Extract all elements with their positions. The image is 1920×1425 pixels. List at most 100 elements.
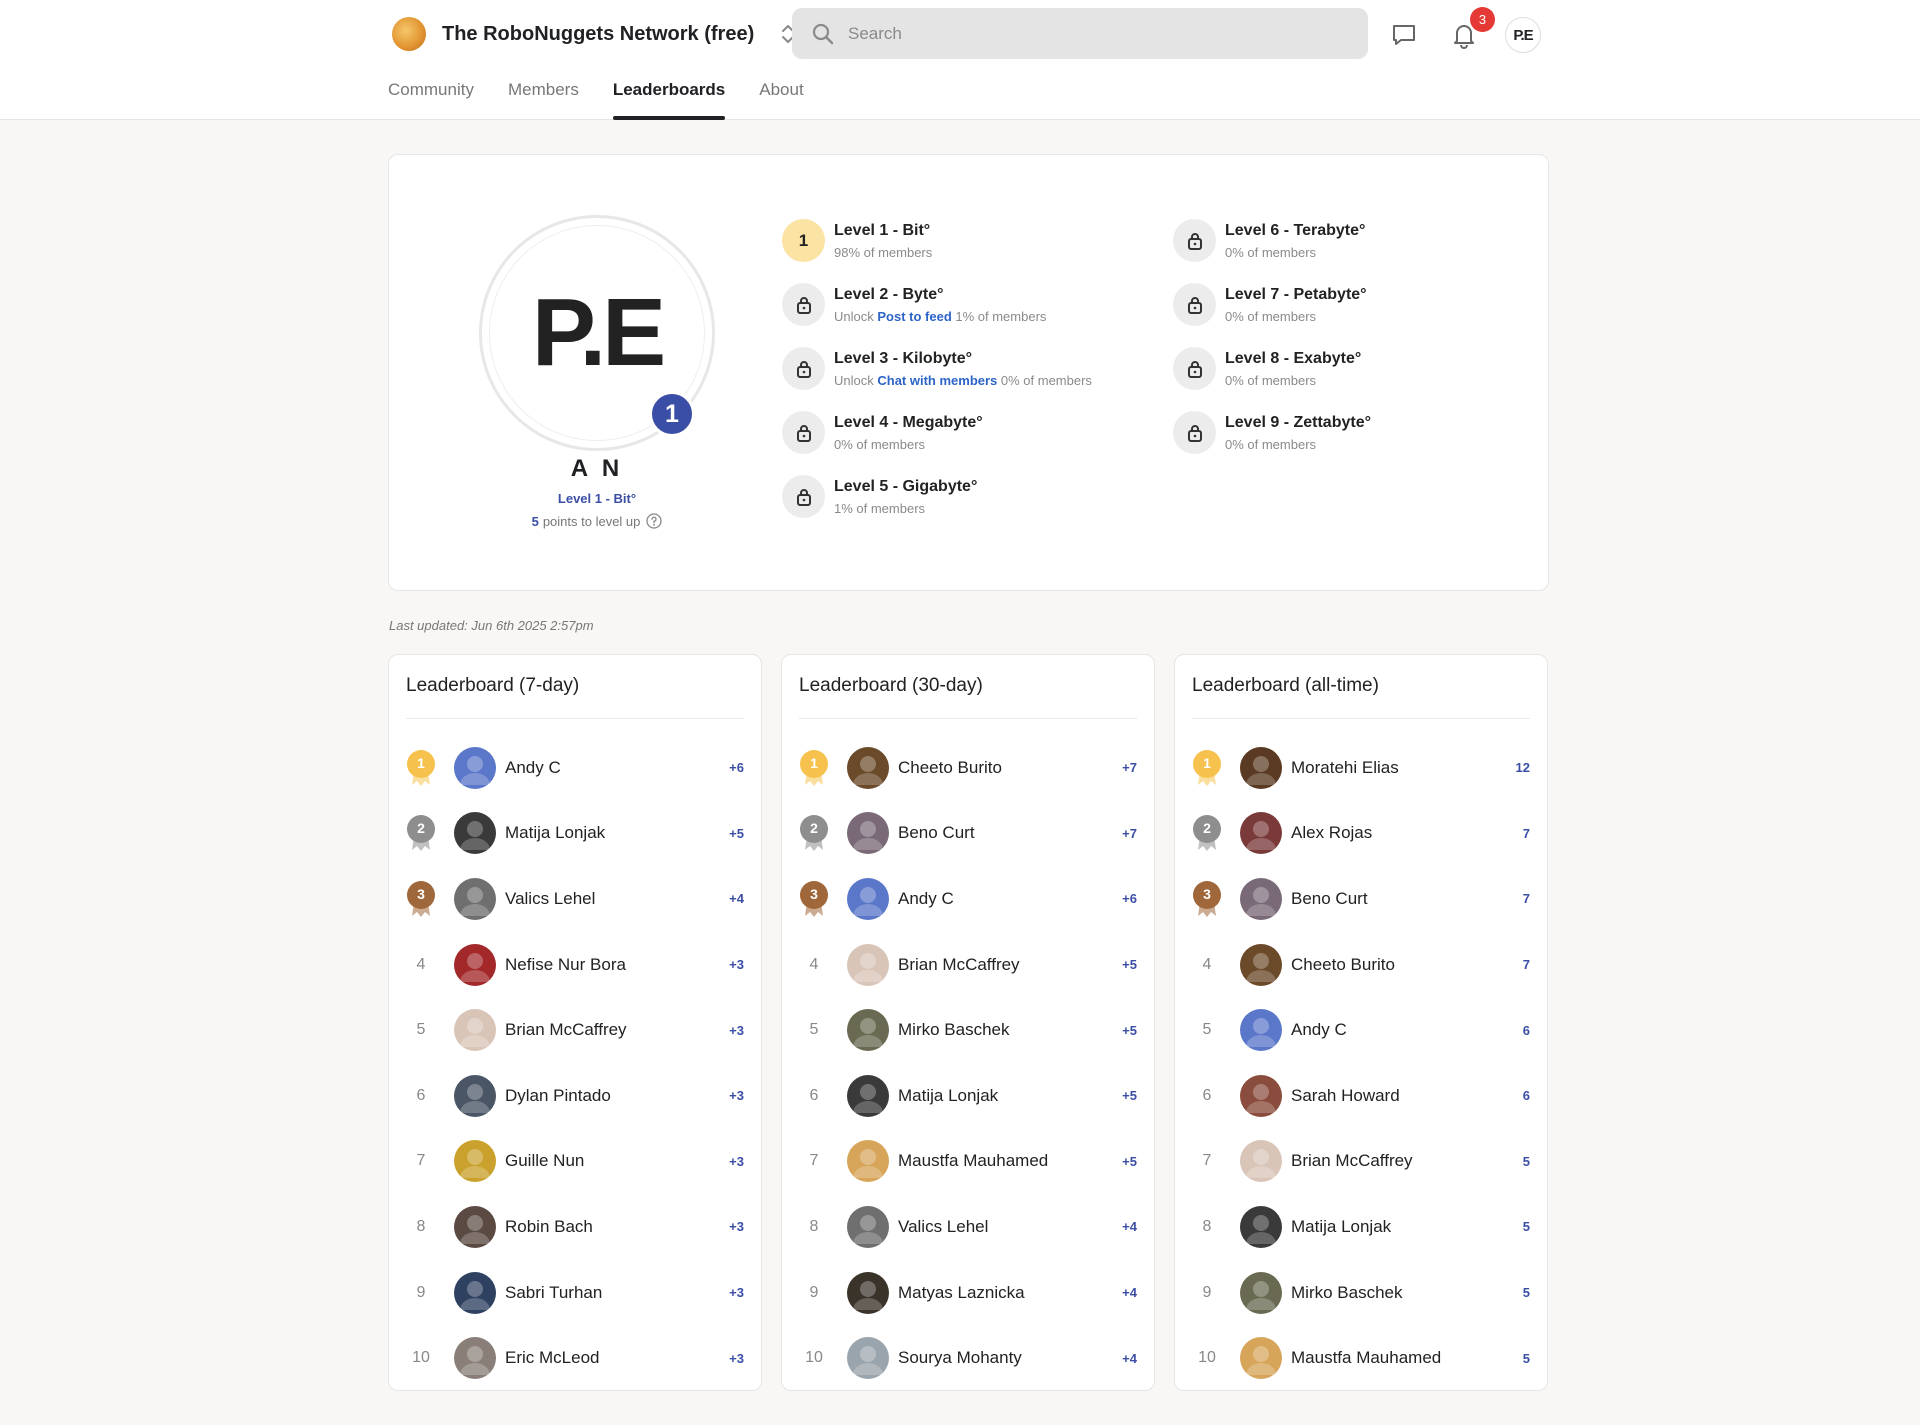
member-name[interactable]: Cheeto Burito — [1291, 955, 1523, 975]
member-avatar[interactable] — [847, 746, 889, 789]
member-name[interactable]: Eric McLeod — [505, 1348, 729, 1368]
leaderboard-row[interactable]: 1 Andy C +6 — [389, 735, 761, 801]
leaderboard-row[interactable]: 10 Eric McLeod +3 — [389, 1325, 761, 1391]
member-name[interactable]: Beno Curt — [1291, 889, 1523, 909]
member-name[interactable]: Guille Nun — [505, 1151, 729, 1171]
member-avatar[interactable] — [1240, 1271, 1282, 1314]
member-name[interactable]: Mirko Baschek — [1291, 1283, 1523, 1303]
leaderboard-row[interactable]: 6 Dylan Pintado +3 — [389, 1063, 761, 1129]
member-avatar[interactable] — [847, 1009, 889, 1052]
member-name[interactable]: Matija Lonjak — [505, 823, 729, 843]
member-name[interactable]: Moratehi Elias — [1291, 758, 1516, 778]
leaderboard-row[interactable]: 3 Andy C +6 — [782, 866, 1154, 932]
member-name[interactable]: Dylan Pintado — [505, 1086, 729, 1106]
member-avatar[interactable] — [1240, 1009, 1282, 1052]
member-avatar[interactable] — [847, 1140, 889, 1183]
search-bar[interactable] — [792, 8, 1368, 59]
leaderboard-row[interactable]: 4 Nefise Nur Bora +3 — [389, 932, 761, 998]
member-name[interactable]: Sourya Mohanty — [898, 1348, 1122, 1368]
member-name[interactable]: Mirko Baschek — [898, 1020, 1122, 1040]
leaderboard-row[interactable]: 2 Beno Curt +7 — [782, 801, 1154, 867]
member-name[interactable]: Matyas Laznicka — [898, 1283, 1122, 1303]
leaderboard-row[interactable]: 4 Cheeto Burito 7 — [1175, 932, 1547, 998]
tab-leaderboards[interactable]: Leaderboards — [612, 80, 726, 120]
member-avatar[interactable] — [847, 812, 889, 855]
member-avatar[interactable] — [454, 943, 496, 986]
leaderboard-row[interactable]: 7 Brian McCaffrey 5 — [1175, 1129, 1547, 1195]
leaderboard-row[interactable]: 8 Robin Bach +3 — [389, 1194, 761, 1260]
unlock-feature-link[interactable]: Chat with members — [877, 373, 997, 388]
member-avatar[interactable] — [454, 1009, 496, 1052]
member-avatar[interactable] — [1240, 1205, 1282, 1248]
member-name[interactable]: Brian McCaffrey — [1291, 1151, 1523, 1171]
member-name[interactable]: Andy C — [898, 889, 1122, 909]
member-name[interactable]: Robin Bach — [505, 1217, 729, 1237]
member-avatar[interactable] — [847, 1205, 889, 1248]
member-name[interactable]: Brian McCaffrey — [505, 1020, 729, 1040]
leaderboard-row[interactable]: 7 Maustfa Mauhamed +5 — [782, 1129, 1154, 1195]
leaderboard-row[interactable]: 5 Andy C6 — [1175, 997, 1547, 1063]
member-avatar[interactable] — [847, 1337, 889, 1380]
leaderboard-row[interactable]: 9 Matyas Laznicka +4 — [782, 1260, 1154, 1326]
leaderboard-row[interactable]: 3 Beno Curt 7 — [1175, 866, 1547, 932]
chat-icon[interactable] — [1389, 20, 1419, 50]
leaderboard-row[interactable]: 10 Maustfa Mauhamed 5 — [1175, 1325, 1547, 1391]
leaderboard-row[interactable]: 10 Sourya Mohanty +4 — [782, 1325, 1154, 1391]
member-name[interactable]: Sabri Turhan — [505, 1283, 729, 1303]
leaderboard-row[interactable]: 5 Brian McCaffrey +3 — [389, 997, 761, 1063]
member-name[interactable]: Andy C — [505, 758, 729, 778]
leaderboard-row[interactable]: 6 Sarah Howard 6 — [1175, 1063, 1547, 1129]
member-name[interactable]: Andy C — [1291, 1020, 1523, 1040]
member-avatar[interactable] — [454, 1271, 496, 1314]
leaderboard-row[interactable]: 5 Mirko Baschek +5 — [782, 997, 1154, 1063]
leaderboard-row[interactable]: 2 Matija Lonjak +5 — [389, 801, 761, 867]
member-name[interactable]: Matija Lonjak — [898, 1086, 1122, 1106]
leaderboard-row[interactable]: 8 Valics Lehel +4 — [782, 1194, 1154, 1260]
member-avatar[interactable] — [847, 1271, 889, 1314]
member-avatar[interactable] — [1240, 1337, 1282, 1380]
search-input[interactable] — [848, 23, 1308, 44]
member-name[interactable]: Valics Lehel — [505, 889, 729, 909]
member-name[interactable]: Matija Lonjak — [1291, 1217, 1523, 1237]
member-name[interactable]: Alex Rojas — [1291, 823, 1523, 843]
member-avatar[interactable] — [454, 746, 496, 789]
community-name[interactable]: The RoboNuggets Network (free) — [442, 23, 754, 46]
help-icon[interactable] — [646, 513, 663, 529]
member-avatar[interactable] — [1240, 877, 1282, 920]
leaderboard-row[interactable]: 4 Brian McCaffrey +5 — [782, 932, 1154, 998]
tab-members[interactable]: Members — [508, 80, 579, 120]
member-avatar[interactable] — [454, 877, 496, 920]
leaderboard-row[interactable]: 3 Valics Lehel +4 — [389, 866, 761, 932]
member-avatar[interactable] — [454, 1205, 496, 1248]
leaderboard-row[interactable]: 6 Matija Lonjak +5 — [782, 1063, 1154, 1129]
member-name[interactable]: Maustfa Mauhamed — [898, 1151, 1122, 1171]
community-switcher[interactable]: The RoboNuggets Network (free) — [392, 17, 796, 51]
unlock-feature-link[interactable]: Post to feed — [877, 309, 951, 324]
leaderboard-row[interactable]: 1 Cheeto Burito +7 — [782, 735, 1154, 801]
member-name[interactable]: Beno Curt — [898, 823, 1122, 843]
leaderboard-row[interactable]: 7 Guille Nun +3 — [389, 1129, 761, 1195]
member-avatar[interactable] — [454, 1337, 496, 1380]
member-avatar[interactable] — [847, 1074, 889, 1117]
leaderboard-row[interactable]: 2 Alex Rojas 7 — [1175, 801, 1547, 867]
member-name[interactable]: Brian McCaffrey — [898, 955, 1122, 975]
member-avatar[interactable] — [1240, 746, 1282, 789]
member-avatar[interactable] — [1240, 943, 1282, 986]
member-avatar[interactable] — [1240, 1140, 1282, 1183]
user-avatar[interactable]: P.E — [1505, 17, 1541, 53]
member-name[interactable]: Nefise Nur Bora — [505, 955, 729, 975]
member-avatar[interactable] — [847, 877, 889, 920]
member-avatar[interactable] — [454, 1140, 496, 1183]
tab-about[interactable]: About — [759, 80, 803, 120]
member-name[interactable]: Valics Lehel — [898, 1217, 1122, 1237]
tab-community[interactable]: Community — [388, 80, 474, 120]
member-avatar[interactable] — [454, 812, 496, 855]
leaderboard-row[interactable]: 8 Matija Lonjak 5 — [1175, 1194, 1547, 1260]
member-avatar[interactable] — [847, 943, 889, 986]
member-avatar[interactable] — [1240, 1074, 1282, 1117]
leaderboard-row[interactable]: 9 Mirko Baschek 5 — [1175, 1260, 1547, 1326]
leaderboard-row[interactable]: 9 Sabri Turhan +3 — [389, 1260, 761, 1326]
leaderboard-row[interactable]: 1 Moratehi Elias 12 — [1175, 735, 1547, 801]
member-name[interactable]: Maustfa Mauhamed — [1291, 1348, 1523, 1368]
member-name[interactable]: Sarah Howard — [1291, 1086, 1523, 1106]
